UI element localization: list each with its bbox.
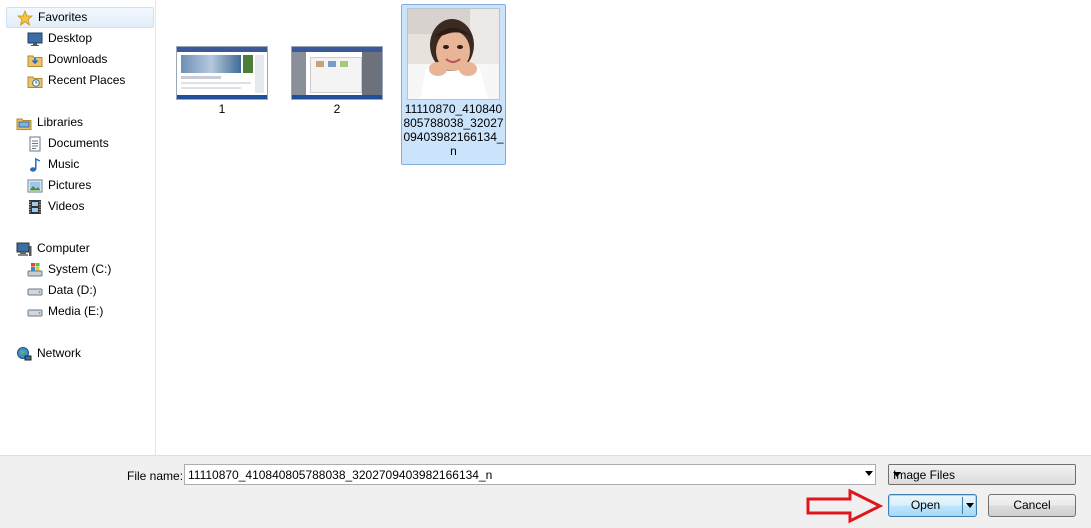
nav-item-pictures[interactable]: Pictures [27,176,91,195]
desktop-icon [27,31,43,47]
file-name-multiline: 11110870_410840 805788038_32027 09403982… [402,102,505,158]
file-thumbnail [291,46,383,100]
file-name: 1 [218,102,226,116]
network-globe-icon [16,346,32,362]
nav-item-data-drive[interactable]: Data (D:) [27,281,97,300]
nav-item-desktop[interactable]: Desktop [27,29,92,48]
file-name: 2 [333,102,341,116]
nav-item-label: Videos [48,199,85,213]
film-strip-icon [27,199,43,215]
navigation-pane: Favorites Desktop Downloads Recent Place… [0,0,156,455]
windows-drive-icon [27,262,43,278]
nav-item-label: Music [48,157,80,171]
file-name-line: 09403982166134_ [403,130,504,144]
file-type-select[interactable]: Image Files [888,464,1076,485]
open-dropdown-arrow-icon[interactable] [966,503,974,508]
red-annotation-arrow-icon [806,488,883,524]
open-button[interactable]: Open [889,495,962,516]
nav-item-videos[interactable]: Videos [27,197,84,216]
file-item[interactable]: 1 [176,46,268,116]
file-name-input[interactable] [185,465,858,484]
nav-item-system-drive[interactable]: System (C:) [27,260,111,279]
cancel-button[interactable]: Cancel [988,494,1076,517]
nav-favorites[interactable]: Favorites [6,7,154,28]
file-list-area: 1 2 11110870_410840 805788038_32027 0940… [156,0,1091,455]
downloads-folder-icon [27,52,43,68]
nav-item-music[interactable]: Music [27,155,79,174]
nav-item-label: Documents [48,136,109,150]
file-item-selected[interactable]: 11110870_410840 805788038_32027 09403982… [401,4,506,165]
chevron-down-icon[interactable] [893,472,901,477]
file-type-value: Image Files [893,468,956,482]
file-name-label: File name: [127,469,184,483]
nav-item-label: Desktop [48,31,93,45]
nav-item-label: Downloads [48,52,108,66]
nav-item-documents[interactable]: Documents [27,134,109,153]
star-icon [16,9,34,26]
nav-network-label: Network [37,346,82,360]
nav-item-label: Pictures [48,178,92,192]
hard-drive-icon [27,283,43,299]
libraries-icon [16,115,32,131]
nav-libraries[interactable]: Libraries [16,113,83,132]
file-item[interactable]: 2 [291,46,383,116]
nav-computer-label: Computer [37,241,90,255]
nav-item-downloads[interactable]: Downloads [27,50,107,69]
pictures-icon [27,178,43,194]
nav-item-recent-places[interactable]: Recent Places [27,71,125,90]
nav-item-label: Data (D:) [48,283,97,297]
file-name-combobox[interactable] [184,464,876,485]
nav-computer[interactable]: Computer [16,239,90,258]
file-name-line: 805788038_32027 [403,116,504,130]
chevron-down-icon[interactable] [865,471,873,476]
nav-libraries-label: Libraries [37,115,84,129]
dialog-footer: File name: Image Files Open Cancel [0,455,1091,528]
nav-item-label: System (C:) [48,262,112,276]
split-divider [962,497,963,514]
computer-icon [16,241,32,257]
nav-item-label: Recent Places [48,73,126,87]
nav-favorites-label: Favorites [38,10,88,24]
nav-network[interactable]: Network [16,344,81,363]
nav-item-media-drive[interactable]: Media (E:) [27,302,103,321]
hard-drive-icon [27,304,43,320]
documents-icon [27,136,43,152]
file-thumbnail [176,46,268,100]
photo-thumbnail [407,8,500,100]
open-split-button[interactable]: Open [888,494,977,517]
recent-places-icon [27,73,43,89]
nav-item-label: Media (E:) [48,304,104,318]
file-name-line: n [450,144,457,158]
file-name-line: 11110870_410840 [404,102,503,116]
music-note-icon [27,157,43,173]
